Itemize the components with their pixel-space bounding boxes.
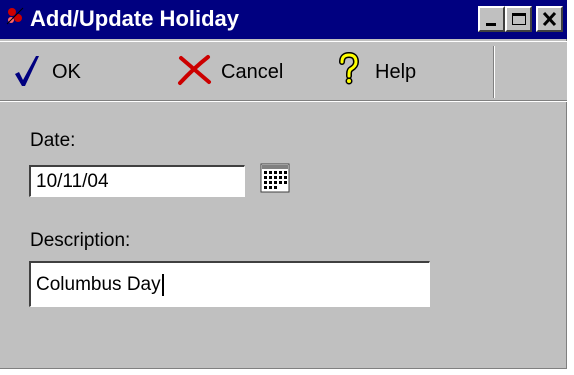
description-value: Columbus Day bbox=[36, 274, 161, 295]
window-title: Add/Update Holiday bbox=[30, 6, 240, 31]
ok-button[interactable]: OK bbox=[10, 50, 100, 94]
text-caret bbox=[161, 274, 164, 296]
app-icon bbox=[5, 6, 25, 26]
minimize-icon bbox=[486, 23, 496, 26]
date-field[interactable]: 10/11/04 bbox=[29, 165, 245, 197]
minimize-button[interactable] bbox=[478, 6, 505, 32]
date-label: Date: bbox=[30, 130, 76, 151]
maximize-icon bbox=[512, 13, 526, 25]
cancel-label: Cancel bbox=[221, 61, 284, 83]
title-bar[interactable]: Add/Update Holiday bbox=[0, 0, 567, 39]
toolbar: OK Cancel Help bbox=[0, 41, 567, 101]
dialog-window: Add/Update Holiday OK Cancel Help Date: … bbox=[0, 0, 567, 369]
toolbar-separator bbox=[493, 46, 495, 98]
x-icon bbox=[178, 55, 211, 85]
description-label: Description: bbox=[30, 230, 131, 251]
date-value: 10/11/04 bbox=[36, 171, 109, 192]
checkmark-icon bbox=[15, 56, 39, 86]
description-field[interactable]: Columbus Day bbox=[29, 261, 430, 307]
toolbar-divider bbox=[0, 100, 567, 102]
close-button[interactable] bbox=[536, 6, 563, 32]
ok-label: OK bbox=[52, 61, 81, 83]
description-text: Columbus Day bbox=[36, 274, 164, 296]
close-icon bbox=[542, 11, 557, 27]
question-mark-icon bbox=[339, 52, 360, 85]
calendar-button[interactable] bbox=[260, 163, 290, 193]
cancel-button[interactable]: Cancel bbox=[175, 50, 305, 94]
maximize-button[interactable] bbox=[505, 6, 532, 32]
help-label: Help bbox=[375, 61, 417, 83]
calendar-icon bbox=[260, 163, 290, 193]
help-button[interactable]: Help bbox=[335, 50, 445, 94]
